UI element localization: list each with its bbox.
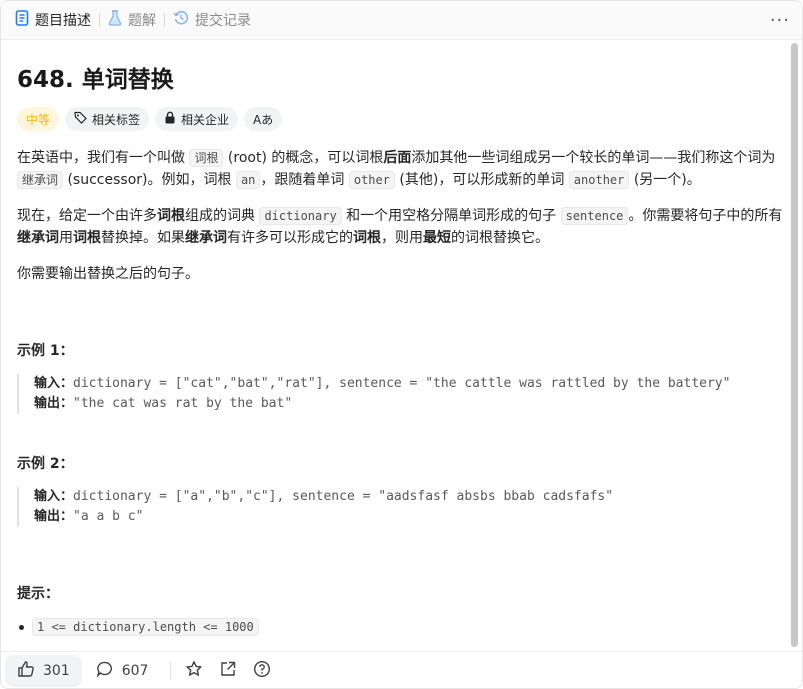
hint-item: 1 <= dictionary.length <= 1000 — [19, 618, 259, 636]
text: ，跟随着单词 — [260, 172, 349, 188]
output-label: 输出： — [34, 509, 74, 524]
tab-description-label: 题目描述 — [35, 13, 91, 29]
bold-text: 继承词 — [17, 230, 59, 246]
text: (另一个)。 — [629, 172, 701, 188]
help-icon — [253, 660, 271, 682]
inline-code: an — [235, 171, 261, 189]
input-label: 输入： — [34, 489, 74, 504]
comment-icon — [96, 660, 122, 682]
difficulty-badge: 中等 — [17, 107, 60, 131]
text: 和一个用空格分隔单词形成的句子 — [341, 208, 561, 224]
tab-submissions[interactable]: 提交记录 — [165, 1, 259, 40]
text: 的词根替换它。 — [451, 230, 549, 246]
example-2-input: dictionary = ["a","b","c"], sentence = "… — [73, 489, 614, 504]
text: 。你需要将句子中的所有 — [628, 208, 783, 224]
like-count: 301 — [43, 662, 70, 679]
bold-text: 继承词 — [185, 230, 227, 246]
example-1-input: dictionary = ["cat","bat","rat"], senten… — [73, 376, 731, 391]
description-paragraph-3: 你需要输出替换之后的句子。 — [17, 266, 199, 282]
example-1-output: "the cat was rat by the bat" — [73, 396, 293, 411]
related-companies-button[interactable]: 相关企业 — [155, 107, 239, 131]
tag-row: 中等 相关标签 相关企业 Aあ — [17, 107, 283, 131]
inline-code: sentence — [560, 207, 629, 225]
inline-code: another — [568, 171, 630, 189]
example-2-output-line: 输出："a a b c" — [34, 507, 757, 527]
text: 有许多可以形成它的 — [227, 230, 353, 246]
lock-icon — [164, 111, 181, 127]
comments-button[interactable]: 607 — [96, 660, 149, 682]
bold-text: 词根 — [353, 230, 381, 246]
input-label: 输入： — [34, 376, 74, 391]
related-tags-label: 相关标签 — [92, 112, 141, 127]
text: (root) 的概念，可以词根 — [223, 150, 384, 166]
bold-text: 最短 — [423, 230, 451, 246]
inline-code: dictionary — [259, 207, 342, 225]
bullet — [19, 624, 24, 630]
text: (其他)，可以形成新的单词 — [394, 172, 569, 188]
example-2-block: 输入：dictionary = ["a","b","c"], sentence … — [17, 487, 757, 527]
description-paragraph-1: 在英语中，我们有一个叫做 词根 (root) 的概念，可以词根后面添加其他一些词… — [17, 147, 787, 191]
example-2-input-line: 输入：dictionary = ["a","b","c"], sentence … — [34, 487, 757, 507]
text: ，则用 — [381, 230, 423, 246]
inline-code: other — [348, 171, 395, 189]
star-icon — [185, 660, 203, 682]
hints-heading: 提示： — [17, 586, 59, 602]
bold-text: 词根 — [157, 208, 185, 224]
tab-description[interactable]: 题目描述 — [1, 1, 99, 40]
related-companies-label: 相关企业 — [181, 112, 230, 127]
text: 添加其他一些词组成另一个较长的单词——我们称这个词为 — [411, 150, 776, 166]
help-button[interactable] — [253, 660, 271, 682]
description-paragraph-2: 现在，给定一个由许多词根组成的词典 dictionary 和一个用空格分隔单词形… — [17, 205, 787, 249]
history-icon — [173, 10, 195, 30]
scrollbar[interactable] — [791, 43, 799, 647]
inline-code: 继承词 — [17, 171, 64, 189]
share-icon — [219, 660, 237, 682]
text: 替换掉。如果 — [101, 230, 185, 246]
flask-icon — [108, 10, 128, 30]
hint-code: 1 <= dictionary.length <= 1000 — [32, 618, 259, 636]
text: (successor)。例如，词根 — [63, 172, 236, 188]
bold-text: 后面 — [383, 150, 412, 166]
document-icon — [15, 10, 35, 30]
tab-solutions-label: 题解 — [128, 13, 156, 29]
text: 用 — [59, 230, 73, 246]
text: 现在，给定一个由许多 — [17, 208, 157, 224]
action-bar: 301 607 — [1, 651, 802, 688]
comment-count: 607 — [121, 662, 149, 679]
divider — [170, 661, 172, 680]
related-tags-button[interactable]: 相关标签 — [65, 107, 150, 131]
tag-icon — [74, 111, 92, 127]
favorite-button[interactable] — [185, 660, 203, 682]
like-button[interactable]: 301 — [5, 654, 82, 687]
tab-submissions-label: 提交记录 — [195, 13, 251, 29]
inline-code: 词根 — [189, 149, 224, 167]
text: 组成的词典 — [185, 208, 260, 224]
example-2-output: "a a b c" — [73, 509, 144, 524]
example-1-block: 输入：dictionary = ["cat","bat","rat"], sen… — [17, 374, 757, 414]
example-1-heading: 示例 1： — [17, 343, 74, 359]
example-1-input-line: 输入：dictionary = ["cat","bat","rat"], sen… — [34, 374, 757, 394]
tab-bar: 题目描述 题解 提交记录 ··· — [1, 1, 802, 40]
example-1-output-line: 输出："the cat was rat by the bat" — [34, 394, 757, 414]
example-2-heading: 示例 2： — [17, 456, 74, 472]
thumbs-up-icon — [17, 660, 43, 682]
output-label: 输出： — [34, 396, 74, 411]
problem-panel: 题目描述 题解 提交记录 ··· 648. 单词替换 中等 相关标签 相关企业 … — [0, 0, 803, 689]
problem-title: 648. 单词替换 — [17, 67, 174, 93]
more-menu-button[interactable]: ··· — [770, 10, 790, 31]
share-button[interactable] — [219, 660, 237, 682]
bold-text: 词根 — [73, 230, 101, 246]
tab-solutions[interactable]: 题解 — [100, 1, 164, 40]
scrollbar-thumb[interactable] — [791, 43, 798, 647]
font-size-toggle[interactable]: Aあ — [244, 107, 283, 131]
text: 在英语中，我们有一个叫做 — [17, 150, 190, 166]
